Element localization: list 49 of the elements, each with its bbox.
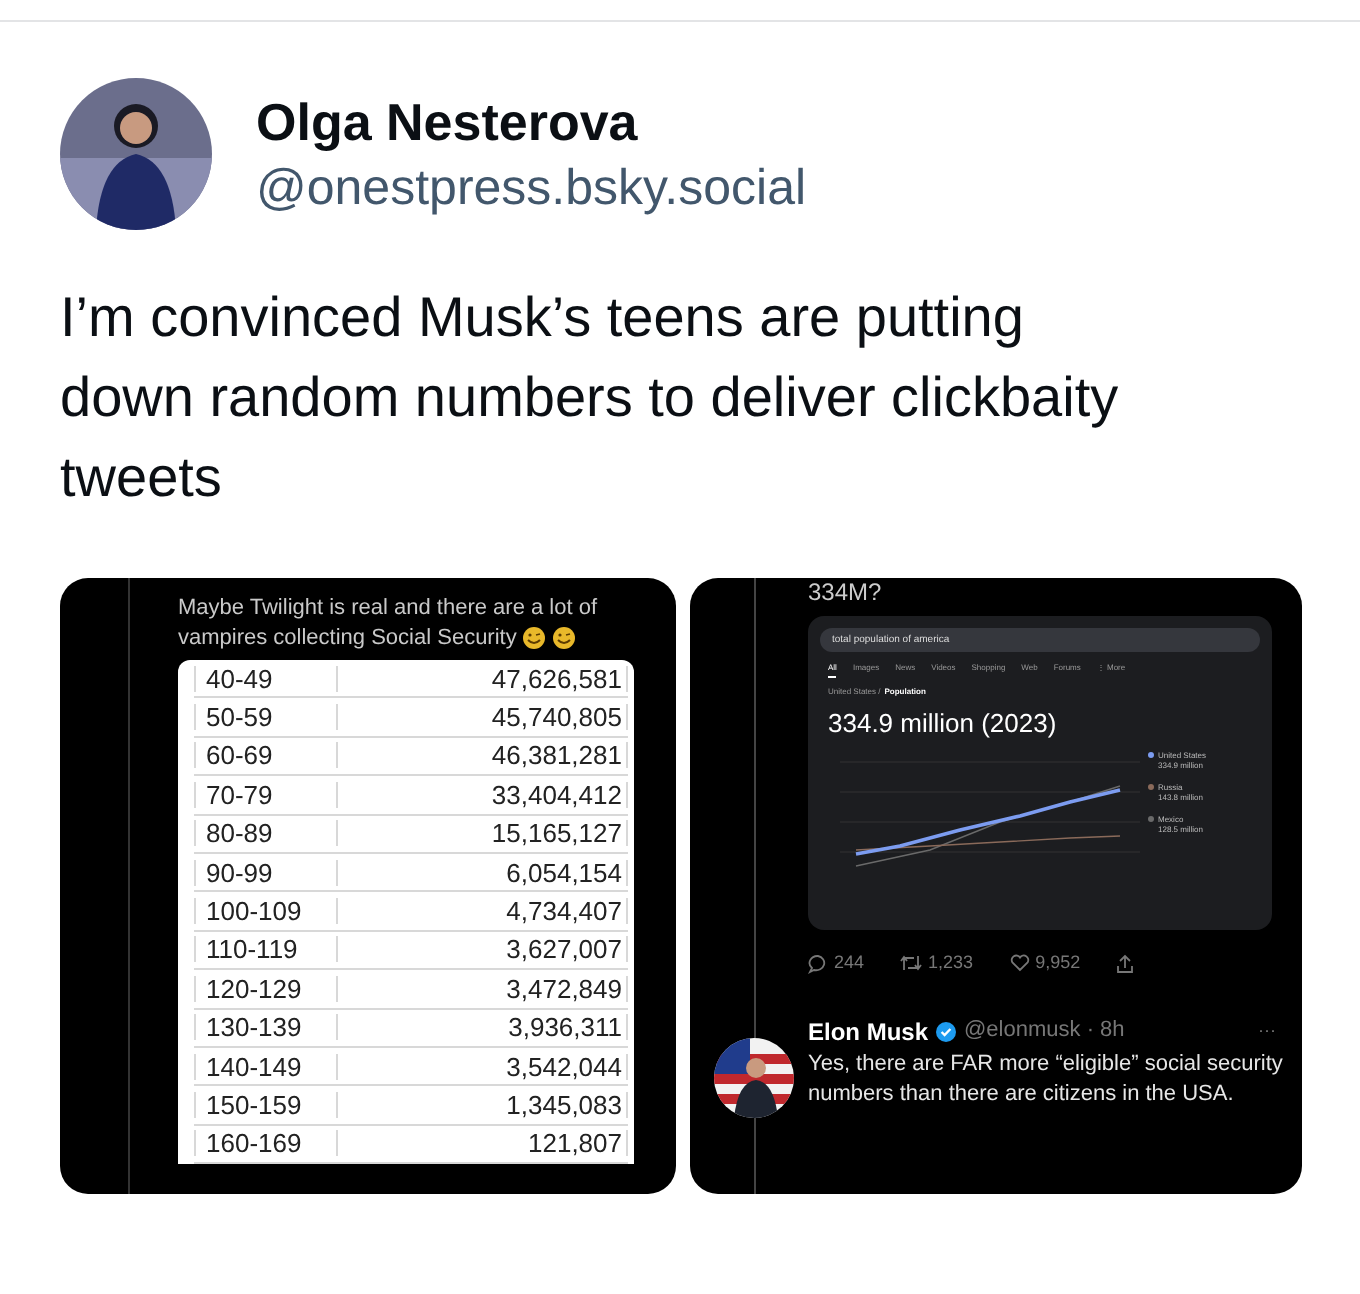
tweet-caption: Maybe Twilight is real and there are a lot of vampires collecting Social Security [178,594,600,654]
embedded-screenshot[interactable] [60,578,676,1194]
more-button[interactable]: ··· [1258,1017,1276,1045]
table-cell: 160-169 [194,1130,338,1157]
table-cell: 4,734,407 [338,898,628,925]
verified-badge-icon [936,1021,957,1041]
population-headline: 334.9 million (2023) [826,706,1059,742]
table-cell: 3,542,044 [338,1053,628,1080]
table-cell: 121,807 [338,1130,628,1157]
table-cell: 50-59 [194,704,338,731]
table-cell: 90-99 [194,859,338,886]
repost-icon[interactable] [900,954,923,973]
table-cell: 120-129 [194,975,338,1002]
heart-icon[interactable] [1009,954,1030,973]
reply-author-name[interactable]: Elon Musk [808,1013,929,1049]
emoji-icon [552,626,577,651]
table-cell: 3,627,007 [338,936,628,963]
embedded-screenshot[interactable] [690,578,1302,1194]
table-cell: 46,381,281 [338,742,628,769]
comment-icon[interactable] [808,953,828,974]
table-cell: 3,936,311 [338,1014,628,1041]
table-cell: 15,165,127 [338,820,628,847]
share-icon[interactable] [1116,953,1135,974]
tweet-text: 334M? [808,578,884,606]
author-name[interactable]: Olga Nesterova [256,88,807,156]
emoji-icon [522,626,547,651]
reply-count: 244 [834,950,865,976]
table-cell: 100-109 [194,898,338,925]
reply-avatar[interactable] [714,1038,794,1118]
reply-text: Yes, there are FAR more “eligible” social security numbers than there are citizens in the USA. [808,1049,1284,1109]
table-cell: 3,472,849 [338,975,628,1002]
table-cell: 60-69 [194,742,338,769]
post-text: I’m convinced Musk’s teens are putting down random numbers to deliver clickbaity tweets [60,284,1121,512]
table-cell: 1,345,083 [338,1091,628,1118]
reply-handle: @elonmusk · 8h [964,1016,1125,1047]
table-cell: 70-79 [194,781,338,808]
table-cell: 150-159 [194,1091,338,1118]
like-count: 9,952 [1035,950,1081,976]
table-cell: 80-89 [194,820,338,847]
repost-count: 1,233 [928,950,974,976]
table-cell: 110-119 [194,936,338,963]
author-handle[interactable]: @onestpress.bsky.social [256,156,807,220]
table-cell: 6,054,154 [338,859,628,886]
table-cell: 40-49 [194,665,338,692]
table-cell: 47,626,581 [338,665,628,692]
table-cell: 140-149 [194,1053,338,1080]
table-cell: 130-139 [194,1014,338,1041]
table-cell: 45,740,805 [338,704,628,731]
table-cell: 33,404,412 [338,781,628,808]
